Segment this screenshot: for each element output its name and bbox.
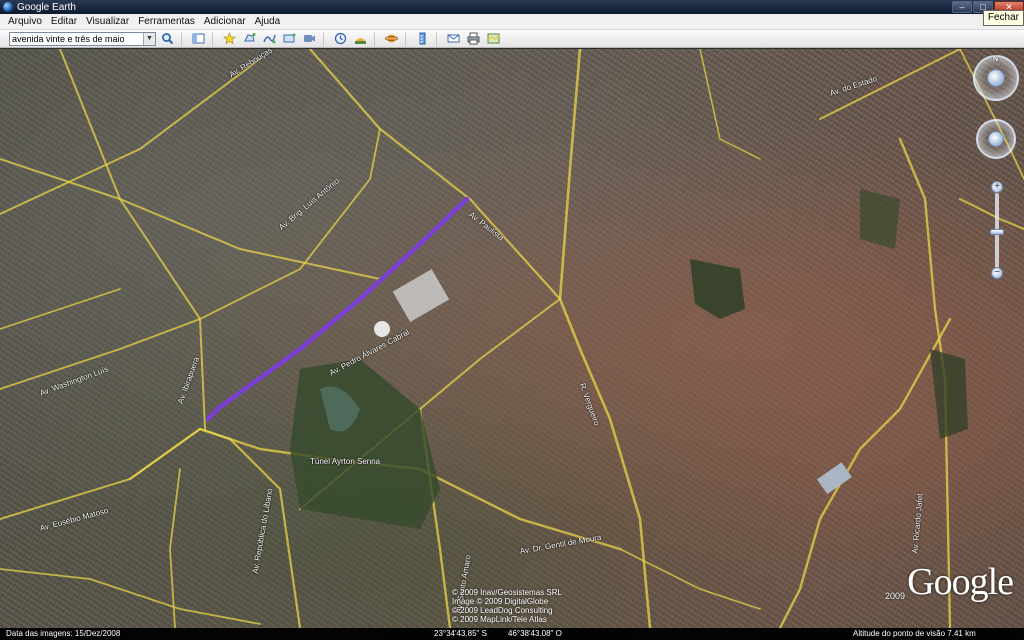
look-center-icon[interactable] (987, 69, 1005, 87)
copyright-line: Image © 2009 DigitalGlobe (452, 597, 549, 606)
planets-icon (385, 34, 398, 43)
menu-ferramentas[interactable]: Ferramentas (133, 16, 199, 27)
road (0, 568, 261, 625)
toolbar: ▼ (0, 30, 1024, 48)
image-overlay-icon (283, 33, 296, 43)
google-earth-icon (3, 2, 13, 12)
placemark-icon (223, 32, 236, 45)
add-path-button[interactable] (261, 31, 278, 46)
map-view[interactable]: Av. Rebouças Av. Paulista Av. Brig. Luís… (0, 49, 1024, 628)
title-bar: Google Earth – □ ✕ (0, 0, 1024, 14)
add-polygon-button[interactable] (241, 31, 258, 46)
road (0, 288, 121, 330)
park-area (930, 349, 968, 439)
add-image-overlay-button[interactable] (281, 31, 298, 46)
email-button[interactable] (445, 31, 462, 46)
toolbar-separator (323, 31, 324, 46)
building (816, 462, 852, 495)
sunlight-button[interactable] (352, 31, 369, 46)
park-area (860, 189, 900, 249)
search-icon (162, 33, 174, 45)
north-indicator-icon: N (993, 56, 999, 63)
menu-arquivo[interactable]: Arquivo (0, 16, 46, 27)
copyright-line: © 2009 MapLink/Tele Atlas (452, 615, 547, 624)
menu-bar: Arquivo Editar Visualizar Ferramentas Ad… (0, 14, 1024, 30)
zoom-out-icon[interactable]: − (991, 267, 1003, 279)
add-placemark-button[interactable] (221, 31, 238, 46)
email-icon (447, 34, 460, 43)
google-logo: Google (907, 561, 1014, 603)
record-tour-icon (304, 35, 315, 42)
sidebar-toggle-icon (192, 33, 205, 44)
menu-adicionar[interactable]: Adicionar (199, 16, 250, 27)
road (128, 427, 302, 628)
menu-ajuda[interactable]: Ajuda (250, 16, 285, 27)
record-tour-button[interactable] (301, 31, 318, 46)
imagery-date: Data das imagens: 15/Dez/2008 (6, 629, 121, 638)
copyright-notice: © 2009 Inav/Geosistemas SRL Image © 2009… (452, 588, 562, 624)
search-dropdown-button[interactable]: ▼ (143, 32, 155, 45)
copyright-line: © 2009 LeadDog Consulting (452, 606, 553, 615)
copyright-line: © 2009 Inav/Geosistemas SRL (452, 588, 562, 597)
print-icon (467, 32, 480, 45)
status-bar: Data das imagens: 15/Dez/2008 23°34'43.8… (0, 628, 1024, 640)
road (169, 468, 181, 628)
close-tooltip: Fechar (982, 10, 1024, 26)
road (699, 49, 761, 160)
google-maps-icon (487, 33, 500, 44)
google-maps-button[interactable] (485, 31, 502, 46)
toolbar-separator (212, 31, 213, 46)
menu-editar[interactable]: Editar (46, 16, 81, 27)
menu-visualizar[interactable]: Visualizar (81, 16, 133, 27)
move-center-icon[interactable] (988, 131, 1004, 147)
print-button[interactable] (465, 31, 482, 46)
road (0, 58, 261, 215)
ruler-button[interactable] (414, 31, 431, 46)
zoom-slider[interactable]: + − (990, 181, 1004, 281)
road-label: Túnel Ayrton Senna (310, 457, 381, 466)
window-title: Google Earth (17, 1, 76, 13)
road (0, 158, 381, 280)
logo-year: 2009 (884, 591, 905, 601)
look-joystick[interactable]: N (973, 55, 1019, 101)
sidebar-toggle-button[interactable] (190, 31, 207, 46)
search-button[interactable] (159, 31, 176, 46)
toolbar-separator (405, 31, 406, 46)
toolbar-separator (181, 31, 182, 46)
path-icon (263, 34, 276, 44)
park-ibirapuera (290, 359, 440, 529)
navigation-controls: N + − (970, 49, 1024, 289)
zoom-in-icon[interactable]: + (991, 181, 1003, 193)
polygon-icon (244, 33, 256, 42)
park-aclimacao (690, 259, 745, 319)
building-dome (374, 321, 390, 337)
sunlight-icon (355, 38, 366, 44)
road-network (0, 49, 1024, 628)
road (308, 49, 562, 301)
building (392, 269, 450, 322)
minimize-button[interactable]: – (952, 1, 972, 13)
longitude-readout: 46°38'43.08" O (508, 629, 562, 638)
road (0, 428, 201, 520)
toolbar-separator (436, 31, 437, 46)
toolbar-separator (374, 31, 375, 46)
eye-altitude-readout: Altitude do ponto de visão 7.41 km (853, 629, 976, 638)
road (619, 548, 761, 610)
search-input[interactable] (10, 32, 143, 45)
zoom-thumb[interactable] (990, 229, 1004, 235)
road (59, 49, 206, 430)
historical-imagery-button[interactable] (332, 31, 349, 46)
latitude-readout: 23°34'43.85" S (434, 629, 487, 638)
move-joystick[interactable] (976, 119, 1016, 159)
ruler-icon (419, 32, 426, 45)
road (0, 128, 381, 390)
historical-imagery-icon (334, 32, 347, 45)
planets-button[interactable] (383, 31, 400, 46)
search-box: ▼ (9, 31, 156, 46)
